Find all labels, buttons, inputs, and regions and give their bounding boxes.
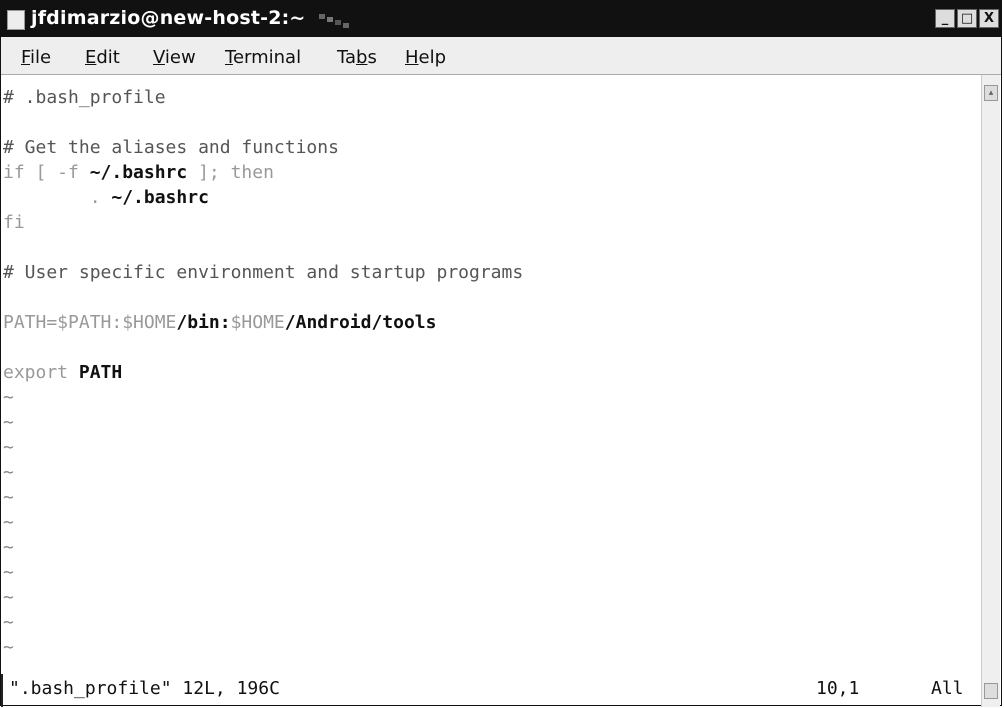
empty-line-marker: ~ <box>3 437 14 458</box>
empty-line-marker: ~ <box>3 612 14 633</box>
menu-edit[interactable]: Edit <box>85 47 120 68</box>
menu-help[interactable]: Help <box>405 47 446 68</box>
code-line-6: fi <box>3 212 25 233</box>
cursor-position: 10,1 <box>816 678 860 699</box>
empty-line-marker: ~ <box>3 587 14 608</box>
code-line-4: if [ -f ~/.bashrc ]; then <box>3 162 274 183</box>
empty-line-marker: ~ <box>3 537 14 558</box>
code-line-8: # User specific environment and startup … <box>3 262 524 283</box>
scroll-down-arrow-icon[interactable] <box>984 683 998 699</box>
vim-status-line: ".bash_profile" 12L, 196C 10,1 All <box>1 674 985 704</box>
menu-tabs[interactable]: Tabs <box>337 47 377 68</box>
code-line-5: . ~/.bashrc <box>3 187 209 208</box>
empty-line-marker: ~ <box>3 462 14 483</box>
window-controls: _ □ X <box>935 9 999 28</box>
minimize-button[interactable]: _ <box>935 9 955 28</box>
maximize-button[interactable]: □ <box>957 9 977 28</box>
empty-line-marker: ~ <box>3 512 14 533</box>
code-line-12: export PATH <box>3 362 123 383</box>
file-info: ".bash_profile" 12L, 196C <box>9 678 280 699</box>
scroll-up-arrow-icon[interactable]: ▴ <box>984 85 998 101</box>
code-line-3: # Get the aliases and functions <box>3 137 339 158</box>
title-bar[interactable]: jfdimarzio@new-host-2:~ _ □ X <box>1 1 1001 37</box>
terminal-icon <box>7 10 25 30</box>
empty-line-marker: ~ <box>3 562 14 583</box>
window-title: jfdimarzio@new-host-2:~ <box>31 7 306 29</box>
code-line-10: PATH=$PATH:$HOME/bin:$HOME/Android/tools <box>3 312 437 333</box>
empty-line-marker: ~ <box>3 637 14 658</box>
menu-view[interactable]: View <box>153 47 196 68</box>
empty-line-marker: ~ <box>3 387 14 408</box>
vim-editor[interactable]: # .bash_profile # Get the aliases and fu… <box>1 75 981 674</box>
close-button[interactable]: X <box>979 9 999 28</box>
empty-line-marker: ~ <box>3 412 14 433</box>
empty-line-marker: ~ <box>3 487 14 508</box>
network-activity-icon <box>319 14 349 28</box>
menu-file[interactable]: File <box>21 47 51 68</box>
vertical-scrollbar[interactable]: ▴ <box>981 75 1000 707</box>
menu-terminal[interactable]: Terminal <box>225 47 301 68</box>
scroll-position: All <box>931 678 964 699</box>
code-line-1: # .bash_profile <box>3 87 166 108</box>
menu-bar: File Edit View Terminal Tabs Help <box>1 37 1001 75</box>
terminal-window: jfdimarzio@new-host-2:~ _ □ X File Edit … <box>0 0 1002 707</box>
